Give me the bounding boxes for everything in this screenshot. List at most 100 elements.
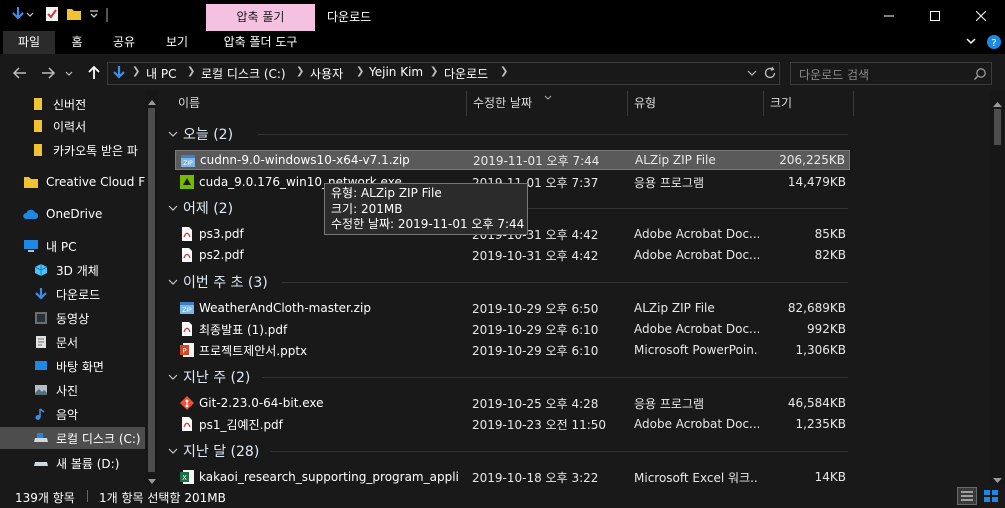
column-header-type[interactable]: 유형	[628, 91, 764, 116]
sidebar-item-folder[interactable]: 카카오톡 받은 파	[0, 139, 145, 161]
group-collapse-chevron-icon[interactable]	[168, 443, 180, 459]
group-header-earlier-this-week[interactable]: 이번 주 초 (3)	[168, 272, 268, 292]
sidebar-item-desktop[interactable]: 바탕 화면	[0, 355, 145, 377]
back-arrow-icon[interactable]	[10, 63, 30, 83]
file-row-selected[interactable]: ZIP cudnn-9.0-windows10-x64-v7.1.zip 201…	[175, 150, 850, 170]
navigation-pane: 신버전 이력서 카카오톡 받은 파 Creative Cloud Fil One…	[0, 91, 158, 484]
file-size: 1,306KB	[795, 343, 846, 357]
address-history-chevron-icon[interactable]	[746, 66, 758, 80]
file-type: ALZip ZIP File	[635, 153, 716, 167]
maximize-button[interactable]	[912, 0, 958, 31]
svg-text:ZIP: ZIP	[183, 160, 193, 167]
sidebar-item-music[interactable]: 음악	[0, 403, 145, 425]
file-row[interactable]: ps2.pdf 2019-10-31 오후 4:42 Adobe Acrobat…	[175, 245, 850, 265]
tab-share[interactable]: 공유	[101, 31, 147, 54]
breadcrumb-separator[interactable]: ❯	[187, 66, 195, 77]
file-name: ps2.pdf	[199, 248, 244, 262]
breadcrumb-separator[interactable]: ❯	[296, 66, 304, 77]
file-size: 14KB	[814, 470, 846, 484]
scroll-up-icon[interactable]	[148, 94, 156, 108]
sidebar-item-this-pc[interactable]: 내 PC	[0, 235, 145, 257]
file-name: 프로젝트제안서.pptx	[199, 343, 308, 358]
dropdown-chevron-icon[interactable]	[26, 9, 34, 19]
file-size: 85KB	[814, 227, 846, 241]
breadcrumb-downloads[interactable]: 다운로드	[444, 65, 488, 82]
search-icon[interactable]	[973, 67, 987, 81]
sort-chevron-icon	[543, 91, 553, 100]
group-label: 오늘 (2)	[183, 127, 234, 143]
ribbon-tabs: 파일 홈 공유 보기 압축 폴더 도구 ?	[0, 31, 1005, 54]
group-collapse-chevron-icon[interactable]	[168, 126, 180, 142]
sidebar-scrollbar[interactable]	[145, 91, 158, 484]
tab-extract-context[interactable]: 압축 풀기	[206, 4, 315, 31]
sidebar-item-label: 문서	[56, 335, 79, 350]
file-size: 82,689KB	[787, 301, 846, 315]
download-arrow-icon[interactable]	[10, 6, 26, 22]
group-label: 이번 주 초 (3)	[183, 275, 268, 291]
group-collapse-chevron-icon[interactable]	[168, 200, 180, 216]
file-row[interactable]: Git-2.23.0-64-bit.exe 2019-10-25 오후 4:28…	[175, 393, 850, 413]
tab-home[interactable]: 홈	[57, 31, 97, 54]
breadcrumb-this-pc[interactable]: 내 PC	[146, 65, 176, 82]
properties-icon[interactable]	[44, 6, 60, 22]
group-collapse-chevron-icon[interactable]	[168, 274, 180, 290]
new-folder-icon[interactable]	[66, 6, 82, 22]
breadcrumb-user[interactable]: Yejin Kim	[369, 65, 423, 79]
close-button[interactable]	[958, 0, 1004, 31]
large-icons-view-icon[interactable]	[981, 487, 1001, 505]
ribbon-expand-chevron-icon[interactable]	[963, 35, 979, 51]
sidebar-item-local-disk-c[interactable]: 로컬 디스크 (C:)	[0, 427, 145, 449]
disk-icon	[33, 455, 49, 471]
group-header-last-week[interactable]: 지난 주 (2)	[168, 367, 250, 387]
breadcrumb-separator[interactable]: ❯	[356, 66, 364, 77]
tab-compressed-folder-tools[interactable]: 압축 폴더 도구	[206, 31, 315, 54]
breadcrumb-separator[interactable]: ❯	[132, 66, 140, 77]
recent-locations-chevron-icon[interactable]	[62, 63, 76, 83]
sidebar-item-videos[interactable]: 동영상	[0, 307, 145, 329]
scroll-up-icon[interactable]	[993, 96, 1002, 110]
sidebar-item-label: 사진	[56, 383, 79, 398]
forward-arrow-icon[interactable]	[38, 63, 58, 83]
tab-view[interactable]: 보기	[152, 31, 202, 54]
group-collapse-chevron-icon[interactable]	[168, 369, 180, 385]
breadcrumb-separator[interactable]: ❯	[430, 66, 438, 77]
minimize-button[interactable]	[866, 0, 912, 31]
details-view-icon[interactable]	[957, 487, 977, 505]
customize-toolbar-icon[interactable]	[86, 6, 102, 22]
group-header-yesterday[interactable]: 어제 (2)	[168, 198, 233, 218]
file-list-scrollbar[interactable]	[990, 91, 1005, 484]
tab-file[interactable]: 파일	[3, 31, 55, 54]
sidebar-item-pictures[interactable]: 사진	[0, 379, 145, 401]
sidebar-item-folder[interactable]: 이력서	[0, 115, 145, 137]
file-size: 1,235KB	[795, 417, 846, 431]
group-header-last-month[interactable]: 지난 달 (28)	[168, 441, 259, 461]
sidebar-item-folder[interactable]: 신버전	[0, 93, 145, 115]
help-icon[interactable]: ?	[986, 34, 1002, 50]
breadcrumb-separator[interactable]: ❯	[500, 66, 508, 77]
sidebar-item-downloads[interactable]: 다운로드	[0, 283, 145, 305]
file-row[interactable]: ZIP WeatherAndCloth-master.zip 2019-10-2…	[175, 298, 850, 318]
sidebar-item-creative-cloud[interactable]: Creative Cloud Fil	[0, 171, 145, 193]
column-header-size[interactable]: 크기	[764, 91, 854, 116]
folder-icon	[30, 142, 46, 158]
breadcrumb-local-disk[interactable]: 로컬 디스크 (C:)	[201, 65, 286, 82]
group-header-today[interactable]: 오늘 (2)	[168, 124, 233, 144]
file-row[interactable]: P 프로젝트제안서.pptx 2019-10-29 오후 6:10 Micros…	[175, 340, 850, 360]
file-name: cudnn-9.0-windows10-x64-v7.1.zip	[200, 153, 410, 167]
file-row[interactable]: 최종발표 (1).pdf 2019-10-29 오후 6:10 Adobe Ac…	[175, 319, 850, 339]
refresh-icon[interactable]	[763, 66, 777, 80]
file-row[interactable]: ps1_김예진.pdf 2019-10-23 오전 11:50 Adobe Ac…	[175, 414, 850, 434]
folder-icon	[30, 96, 46, 112]
breadcrumb-users[interactable]: 사용자	[310, 65, 343, 82]
sidebar-item-3d-objects[interactable]: 3D 개체	[0, 259, 145, 281]
column-header-name[interactable]: 이름	[172, 91, 467, 116]
search-input[interactable]: 다운로드 검색	[790, 62, 992, 85]
sidebar-item-documents[interactable]: 문서	[0, 331, 145, 353]
git-icon	[179, 395, 195, 411]
file-list-scroll-thumb[interactable]	[994, 109, 1001, 145]
up-arrow-icon[interactable]	[84, 63, 104, 83]
sidebar-item-onedrive[interactable]: OneDrive	[0, 203, 145, 225]
sidebar-item-volume-d[interactable]: 새 볼륨 (D:)	[0, 452, 145, 474]
sidebar-scroll-thumb[interactable]	[148, 108, 155, 472]
exe-icon	[179, 174, 195, 190]
